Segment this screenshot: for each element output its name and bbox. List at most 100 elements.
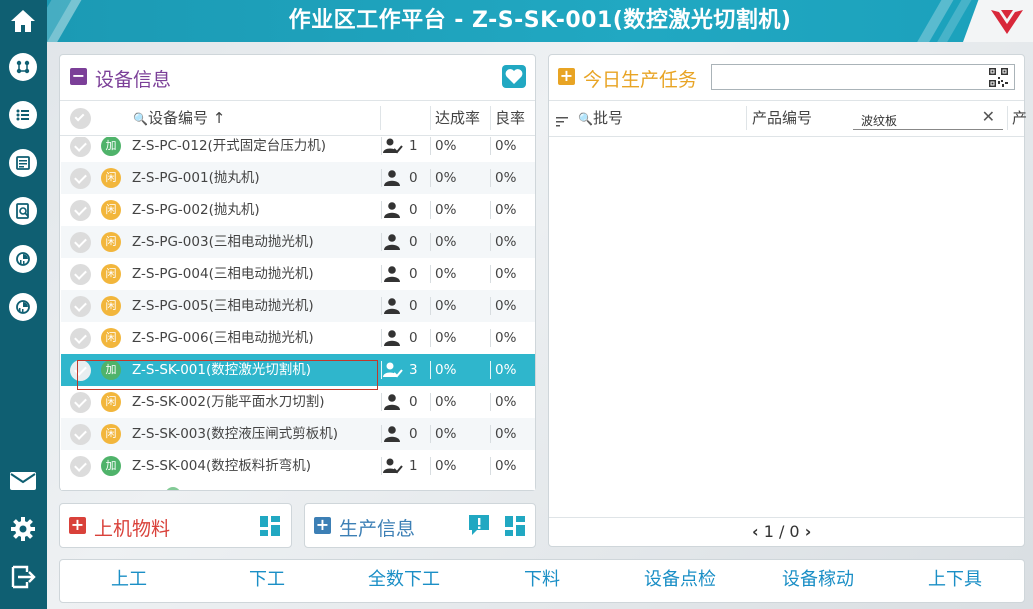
person-icon — [383, 170, 401, 186]
workflow-icon[interactable] — [9, 53, 37, 81]
row-checkbox[interactable] — [70, 232, 91, 253]
report-icon[interactable] — [9, 149, 37, 177]
achievement-rate: 0% — [435, 266, 457, 282]
alert-message-icon[interactable] — [467, 514, 491, 536]
expand-icon[interactable]: + — [558, 68, 575, 85]
list-icon[interactable] — [9, 101, 37, 129]
row-checkbox[interactable] — [70, 137, 91, 157]
toolbar-button[interactable]: 下料 — [482, 561, 602, 599]
production-panel-title: 生产信息 — [339, 518, 416, 540]
col-header-more[interactable]: 产 — [1012, 101, 1027, 135]
row-checkbox[interactable] — [70, 392, 91, 413]
operator-count: 0 — [409, 330, 418, 346]
col-divider — [746, 106, 747, 130]
yield-rate: 0% — [495, 298, 517, 314]
collapse-icon[interactable]: − — [70, 68, 87, 85]
col-header-yield[interactable]: 良率 — [495, 101, 525, 135]
toolbar-button[interactable]: 上下具 — [895, 561, 1015, 599]
expand-icon[interactable]: + — [314, 517, 331, 534]
person-check-icon — [383, 458, 403, 474]
operator-count: 0 — [409, 170, 418, 186]
table-row[interactable]: 闲 Z-S-PG-003(三相电动抛光机) 0 0% 0% — [61, 226, 535, 258]
toolbar-button[interactable]: 下工 — [207, 561, 327, 599]
col-divider — [430, 265, 431, 283]
col-divider — [490, 361, 491, 379]
col-divider — [430, 201, 431, 219]
row-checkbox[interactable] — [70, 168, 91, 189]
col-divider — [381, 361, 382, 379]
row-checkbox[interactable] — [70, 456, 91, 477]
next-page-icon[interactable]: › — [805, 522, 812, 541]
table-row[interactable]: 加 Z-S-PC-012(开式固定台压力机) 1 0% 0% — [61, 137, 535, 162]
row-checkbox[interactable] — [70, 296, 91, 317]
yield-rate: 0% — [495, 330, 517, 346]
table-row[interactable]: 闲 Z-S-PG-001(抛丸机) 0 0% 0% — [61, 162, 535, 194]
col-header-batch[interactable]: 🔍批号 — [578, 101, 623, 135]
table-row[interactable]: 闲 Z-S-PG-005(三相电动抛光机) 0 0% 0% — [61, 290, 535, 322]
col-divider — [430, 425, 431, 443]
toolbar-button[interactable]: 全数下工 — [344, 561, 464, 599]
home-icon[interactable] — [8, 6, 38, 36]
col-divider — [430, 393, 431, 411]
col-divider — [490, 169, 491, 187]
col-divider — [1007, 106, 1008, 130]
grid-layout-icon[interactable] — [504, 515, 526, 537]
col-header-product[interactable]: 产品编号 — [752, 101, 812, 135]
yield-rate: 0% — [495, 266, 517, 282]
device-name: Z-S-PG-001(抛丸机) — [132, 170, 260, 186]
col-header-rate[interactable]: 达成率 — [435, 101, 480, 135]
product-filter-input[interactable]: 波纹板 ✕ — [853, 106, 1003, 130]
clear-filter-icon[interactable]: ✕ — [982, 107, 995, 126]
achievement-rate: 0% — [435, 298, 457, 314]
col-divider — [381, 169, 382, 187]
dashboard-icon[interactable] — [9, 245, 37, 273]
gear-icon[interactable] — [8, 514, 38, 544]
settings-gauge-icon[interactable] — [9, 293, 37, 321]
toolbar-button[interactable]: 设备点检 — [620, 561, 740, 599]
person-icon — [383, 266, 401, 282]
select-all-checkbox[interactable] — [70, 108, 91, 129]
device-name: Z-S-PG-004(三相电动抛光机) — [132, 266, 314, 282]
operator-count: 0 — [409, 266, 418, 282]
logout-icon[interactable] — [8, 562, 38, 592]
table-row[interactable]: 闲 Z-S-SK-003(数控液压闸式剪板机) 0 0% 0% — [61, 418, 535, 450]
favorite-heart-icon[interactable] — [502, 65, 526, 88]
operator-count: 1 — [409, 458, 418, 474]
operator-count: 0 — [409, 234, 418, 250]
row-checkbox[interactable] — [70, 424, 91, 445]
table-row[interactable]: 加 Z-S-SK-004(数控板料折弯机) 1 0% 0% — [61, 450, 535, 482]
task-search-input[interactable] — [711, 64, 1015, 90]
col-divider — [381, 233, 382, 251]
prev-page-icon[interactable]: ‹ — [752, 522, 759, 541]
toolbar-button[interactable]: 设备稼动 — [758, 561, 878, 599]
mail-icon[interactable] — [8, 466, 38, 496]
device-name: Z-S-PG-006(三相电动抛光机) — [132, 330, 314, 346]
table-row[interactable]: 闲 Z-S-PG-006(三相电动抛光机) 0 0% 0% — [61, 322, 535, 354]
selection-highlight-box — [77, 360, 378, 390]
achievement-rate: 0% — [435, 170, 457, 186]
yield-rate: 0% — [495, 458, 517, 474]
col-header-code[interactable]: 🔍设备编号 ↑ — [133, 101, 225, 135]
col-divider — [381, 265, 382, 283]
grid-layout-icon[interactable] — [259, 515, 281, 537]
person-check-icon — [383, 362, 403, 378]
row-checkbox[interactable] — [70, 200, 91, 221]
toolbar-button[interactable]: 上工 — [69, 561, 189, 599]
table-row[interactable]: 闲 Z-S-SK-002(万能平面水刀切割) 0 0% 0% — [61, 386, 535, 418]
col-divider — [490, 201, 491, 219]
table-row[interactable]: 闲 Z-S-PG-004(三相电动抛光机) 0 0% 0% — [61, 258, 535, 290]
qr-code-icon[interactable] — [989, 68, 1008, 87]
expand-icon[interactable]: + — [69, 517, 86, 534]
table-row[interactable]: 闲 Z-S-PG-002(抛丸机) 0 0% 0% — [61, 194, 535, 226]
col-divider — [490, 137, 491, 155]
filter-lines-icon[interactable] — [556, 112, 568, 127]
col-divider — [430, 457, 431, 475]
status-badge: 闲 — [101, 392, 121, 412]
row-checkbox[interactable] — [70, 328, 91, 349]
status-badge: 加 — [101, 137, 121, 156]
col-divider — [430, 233, 431, 251]
achievement-rate: 0% — [435, 362, 457, 378]
row-checkbox[interactable] — [70, 264, 91, 285]
yield-rate: 0% — [495, 394, 517, 410]
search-doc-icon[interactable] — [9, 197, 37, 225]
